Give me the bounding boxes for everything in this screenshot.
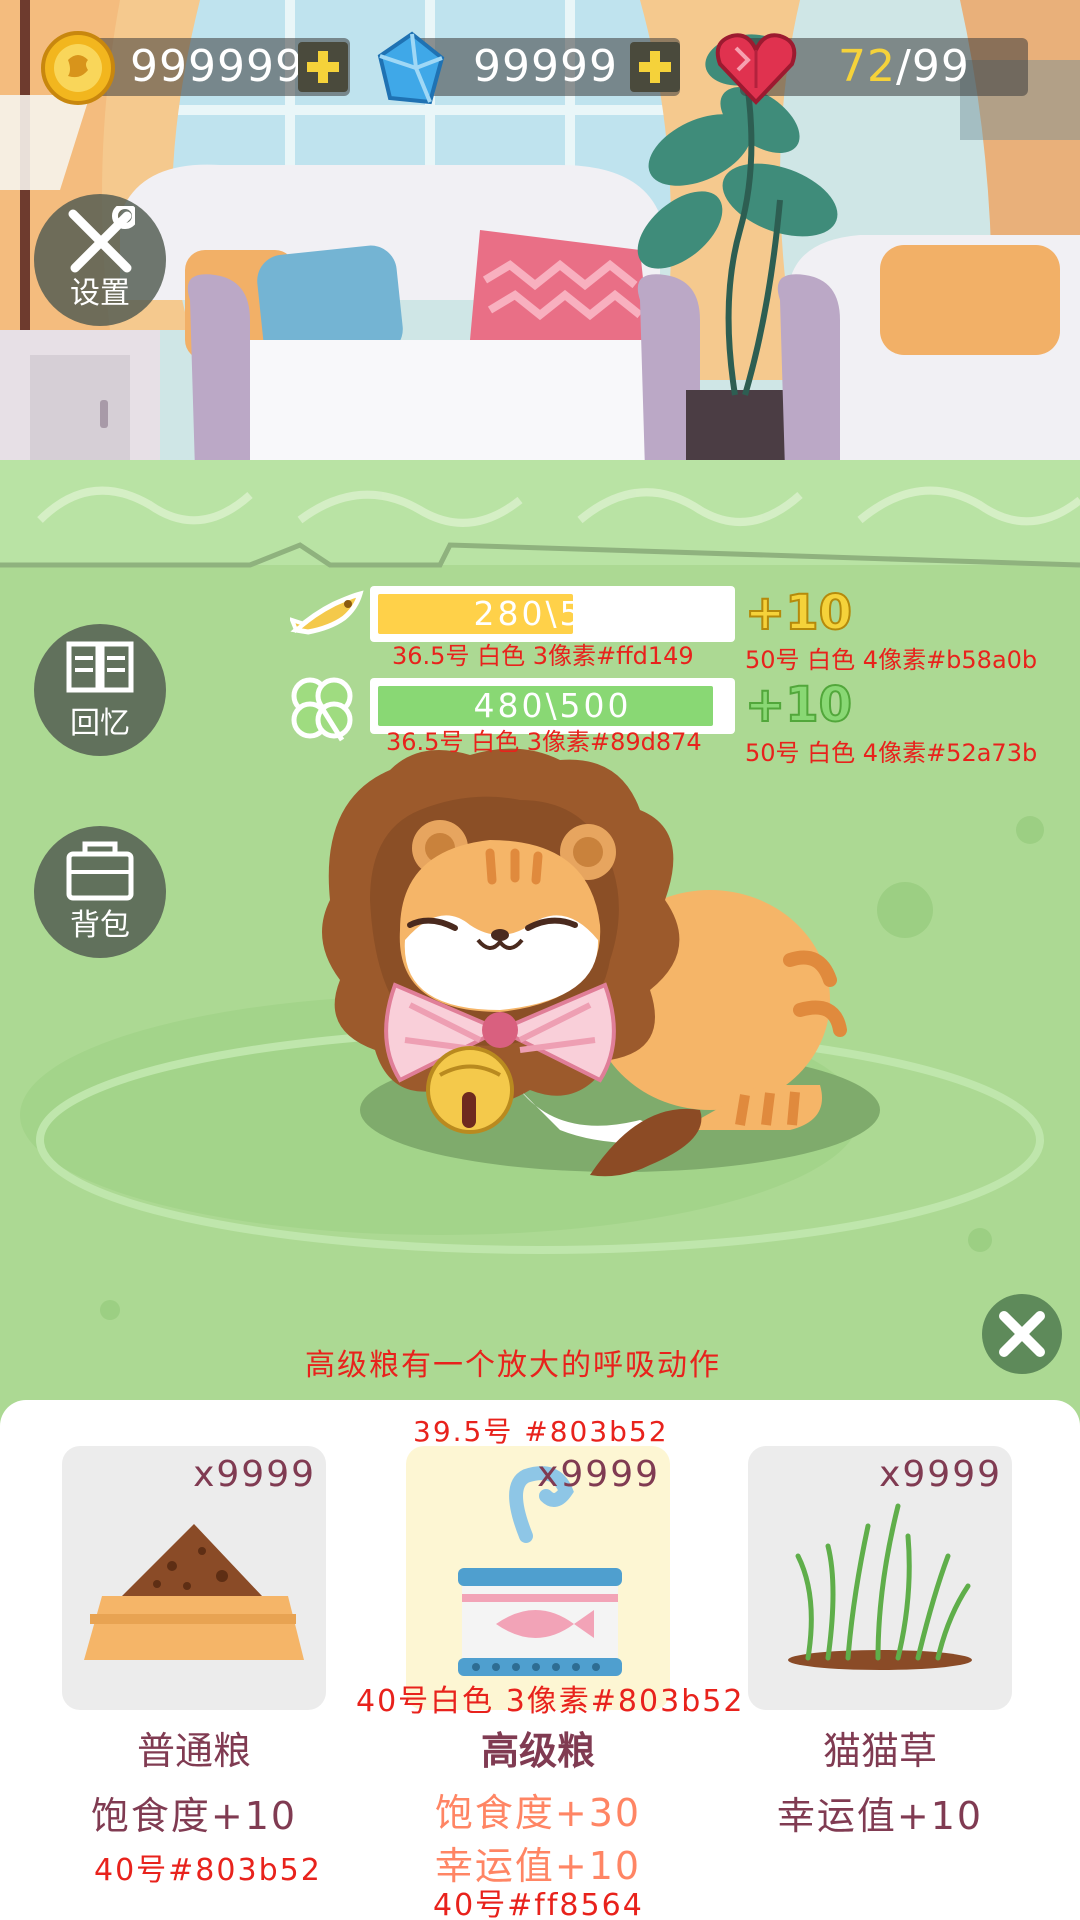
clover-icon xyxy=(291,677,353,742)
premium-name-font-note: 40号白色 3像素#803b52 xyxy=(356,1684,745,1719)
heart-current: 72 xyxy=(838,41,896,92)
book-icon xyxy=(66,641,134,693)
wrench-screwdriver-icon xyxy=(68,206,135,273)
game-scene: 999999 99999 72/99 设置 回忆 背包 280\500 +10 … xyxy=(0,0,1080,1920)
food-effect-normal: 饱食度+10 xyxy=(90,1794,298,1838)
luck-bar-note: 36.5号 白色 3像素#89d874 xyxy=(386,728,702,756)
settings-button[interactable]: 设置 xyxy=(34,194,166,326)
food-effect-premium-1: 饱食度+30 xyxy=(434,1791,642,1835)
close-button[interactable] xyxy=(982,1294,1062,1374)
satiety-bar-text: 280\500 xyxy=(473,594,632,633)
food-card-normal[interactable]: x9999 xyxy=(62,1446,326,1710)
luck-gain: +10 xyxy=(744,676,853,734)
satiety-gain: +10 xyxy=(744,584,853,642)
food-count: x9999 xyxy=(537,1454,660,1495)
gem-value: 99999 xyxy=(473,41,618,92)
fish-icon xyxy=(290,590,364,635)
premium-effect-font-note: 40号#ff8564 xyxy=(433,1888,644,1920)
memories-button[interactable]: 回忆 xyxy=(34,624,166,756)
satiety-bar-note: 36.5号 白色 3像素#ffd149 xyxy=(392,642,694,670)
add-coins-button[interactable] xyxy=(298,42,348,92)
backpack-label: 背包 xyxy=(70,908,130,943)
gem-icon xyxy=(377,31,445,105)
luck-gain-note: 50号 白色 4像素#52a73b xyxy=(745,739,1038,767)
food-name-premium: 高级粮 xyxy=(480,1729,595,1773)
heart-value: 72/99 xyxy=(838,38,970,96)
coin-value: 999999 xyxy=(130,41,304,92)
backpack-button[interactable]: 背包 xyxy=(34,826,166,958)
food-effect-grass: 幸运值+10 xyxy=(776,1794,984,1838)
settings-label: 设置 xyxy=(70,276,130,311)
food-count: x9999 xyxy=(193,1454,316,1495)
food-name-grass: 猫猫草 xyxy=(822,1729,937,1773)
normal-effect-font-note: 40号#803b52 xyxy=(94,1853,322,1888)
add-gems-button[interactable] xyxy=(630,42,680,92)
satiety-gain-note: 50号 白色 4像素#b58a0b xyxy=(745,646,1038,674)
premium-breath-note: 高级粮有一个放大的呼吸动作 xyxy=(305,1348,721,1383)
heart-icon xyxy=(715,33,797,105)
coin-icon xyxy=(41,31,115,105)
food-name-normal: 普通粮 xyxy=(136,1729,251,1773)
satiety-bar: 280\500 xyxy=(370,586,735,642)
food-count: x9999 xyxy=(879,1454,1002,1495)
food-card-grass[interactable]: x9999 xyxy=(748,1446,1012,1710)
heart-max: /99 xyxy=(896,41,970,92)
memories-label: 回忆 xyxy=(70,706,130,741)
count-font-note: 39.5号 #803b52 xyxy=(413,1415,669,1448)
bag-icon xyxy=(66,841,134,901)
food-card-premium[interactable]: x9999 xyxy=(406,1446,670,1710)
